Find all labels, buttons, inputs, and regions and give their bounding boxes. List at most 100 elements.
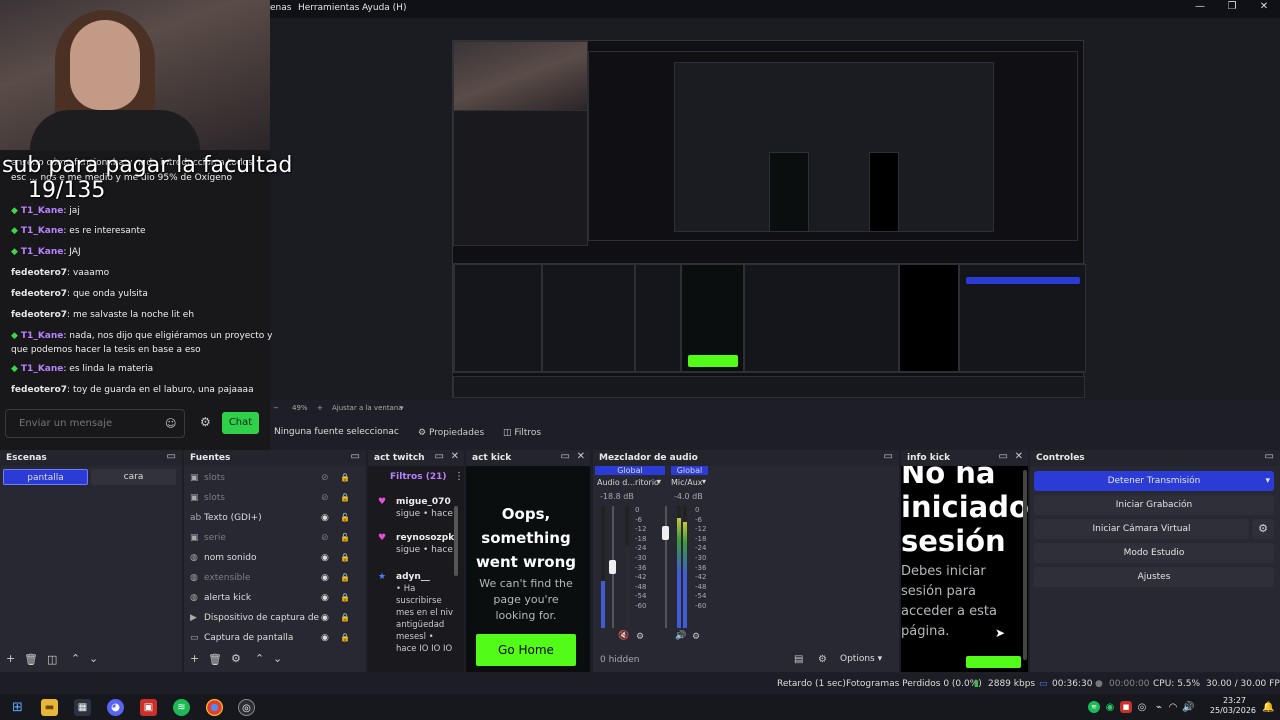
mute-icon[interactable]: 🔇 — [618, 631, 629, 641]
stop-streaming-button[interactable]: Detener Transmisión ▾ — [1034, 471, 1274, 491]
start-virtual-camera-button[interactable]: Iniciar Cámara Virtual — [1034, 519, 1249, 539]
chrome-icon[interactable] — [206, 699, 223, 716]
zoom-out-icon[interactable]: − — [273, 404, 279, 412]
preview-canvas[interactable] — [452, 40, 1086, 398]
emoji-icon[interactable]: ☺ — [165, 417, 176, 430]
file-explorer-icon[interactable]: ▬ — [41, 699, 58, 716]
visibility-hidden-icon[interactable]: ⊘ — [321, 488, 329, 508]
visibility-icon[interactable]: ◉ — [321, 608, 329, 628]
source-properties-icon[interactable]: ⚙ — [231, 652, 241, 665]
chevron-down-icon[interactable]: ▾ — [1265, 471, 1270, 491]
source-item[interactable]: ▣ slots ⊘ 🔒 — [184, 468, 354, 488]
close-icon[interactable]: ✕ — [577, 451, 585, 462]
whatsapp-tray-icon[interactable]: ◉ — [1104, 699, 1116, 716]
source-item[interactable]: ◍ nom sonido ◉ 🔒 — [184, 548, 354, 568]
studio-mode-button[interactable]: Modo Estudio — [1034, 543, 1274, 563]
menu-scenes[interactable]: enas — [270, 3, 291, 13]
add-source-icon[interactable]: + — [190, 652, 199, 665]
dock-popout-icon[interactable]: ▭ — [884, 451, 893, 462]
filters-count[interactable]: Filtros (21) — [390, 472, 446, 482]
channel-settings-icon[interactable]: ⚙ — [692, 632, 700, 642]
dock-popout-icon[interactable]: ▭ — [999, 451, 1008, 462]
volume-slider-track[interactable] — [665, 506, 667, 628]
zoom-in-icon[interactable]: + — [317, 404, 323, 412]
dock-popout-icon[interactable]: ▭ — [561, 451, 570, 462]
go-home-button[interactable]: Go Home — [476, 634, 576, 666]
move-down-icon[interactable]: ⌄ — [89, 652, 98, 665]
move-up-icon[interactable]: ⌃ — [71, 652, 80, 665]
source-item[interactable]: ab Texto (GDI+) ◉ 🔓 — [184, 508, 354, 528]
scrollbar[interactable] — [454, 506, 458, 576]
clock-date[interactable]: 25/03/2026 — [1210, 706, 1256, 715]
speaker-icon[interactable]: 🔊 — [675, 631, 686, 641]
dock-popout-icon[interactable]: ▭ — [1265, 451, 1274, 462]
source-item[interactable]: ▶Dispositivo de captura de vídeo◉🔒 — [184, 608, 354, 628]
source-item[interactable]: ◍ extensible ◉ 🔒 — [184, 568, 354, 588]
move-down-icon[interactable]: ⌄ — [273, 652, 282, 665]
maximize-button[interactable]: ❐ — [1216, 0, 1248, 16]
channel-settings-icon[interactable]: ⚙ — [636, 632, 644, 642]
scene-item[interactable]: cara — [91, 469, 176, 485]
visibility-hidden-icon[interactable]: ⊘ — [321, 468, 329, 488]
spotify-tray-icon[interactable]: ≋ — [1088, 701, 1100, 713]
close-button[interactable]: ✕ — [1248, 0, 1280, 16]
visibility-hidden-icon[interactable]: ⊘ — [321, 528, 329, 548]
discord-icon[interactable]: ◕ — [107, 699, 124, 716]
notifications-icon[interactable]: 🔔 — [1262, 699, 1274, 716]
close-icon[interactable]: ✕ — [451, 451, 459, 462]
move-up-icon[interactable]: ⌃ — [255, 652, 264, 665]
lock-icon[interactable]: 🔒 — [340, 548, 350, 568]
visibility-icon[interactable]: ◉ — [321, 588, 329, 608]
chat-message-input[interactable] — [6, 410, 184, 437]
store-icon[interactable]: ▦ — [74, 699, 91, 716]
scene-filters-icon[interactable]: ◫ — [47, 653, 57, 666]
virtual-camera-settings-icon[interactable]: ⚙ — [1252, 519, 1274, 539]
close-icon[interactable]: ✕ — [1015, 451, 1023, 462]
source-item[interactable]: ◍ alerta kick ◉ 🔒 — [184, 588, 354, 608]
options-button[interactable]: Options ▾ — [840, 654, 882, 664]
more-icon[interactable]: ⋮ — [454, 471, 464, 482]
lock-icon[interactable]: 🔒 — [340, 468, 350, 488]
unlock-icon[interactable]: 🔓 — [340, 508, 350, 528]
chat-input-box[interactable] — [5, 409, 185, 438]
volume-slider-handle[interactable] — [609, 560, 616, 574]
dock-popout-icon[interactable]: ▭ — [435, 451, 444, 462]
scene-item[interactable]: pantalla — [3, 469, 88, 485]
lock-icon[interactable]: 🔒 — [340, 628, 350, 648]
lock-icon[interactable]: 🔒 — [340, 608, 350, 628]
chat-settings-icon[interactable]: ⚙ — [200, 415, 211, 429]
clock-time[interactable]: 23:27 — [1223, 696, 1246, 705]
start-recording-button[interactable]: Iniciar Grabación — [1034, 495, 1274, 515]
menu-help[interactable]: Ayuda (H) — [362, 3, 406, 13]
source-item[interactable]: ▣ slots ⊘ 🔒 — [184, 488, 354, 508]
usb-tray-icon[interactable]: ⌁ — [1153, 699, 1165, 716]
visibility-icon[interactable]: ◉ — [321, 508, 329, 528]
remove-source-icon[interactable]: 🗑 — [208, 653, 222, 666]
add-scene-icon[interactable]: + — [6, 652, 15, 665]
properties-button[interactable]: ⚙ Propiedades — [412, 425, 490, 442]
dock-popout-icon[interactable]: ▭ — [351, 451, 360, 462]
advanced-audio-icon[interactable]: ⚙ — [818, 654, 827, 665]
obs-icon[interactable]: ◎ — [238, 699, 255, 716]
menu-tools[interactable]: Herramientas — [298, 3, 359, 13]
unlock-icon[interactable]: 🔓 — [340, 528, 350, 548]
lock-icon[interactable]: 🔒 — [340, 488, 350, 508]
visibility-icon[interactable]: ◉ — [321, 548, 329, 568]
volume-icon[interactable]: 🔊 — [1182, 699, 1194, 716]
channel-dropdown-icon[interactable]: ▾ — [657, 477, 661, 486]
minimize-button[interactable]: — — [1184, 0, 1216, 16]
windows-start-icon[interactable]: ⊞ — [9, 699, 26, 716]
settings-button[interactable]: Ajustes — [1034, 567, 1274, 587]
visibility-icon[interactable]: ◉ — [321, 568, 329, 588]
lock-icon[interactable]: 🔒 — [340, 568, 350, 588]
remove-scene-icon[interactable]: 🗑 — [24, 653, 38, 666]
source-item[interactable]: ▣ serie ⊘ 🔓 — [184, 528, 354, 548]
source-item[interactable]: ▭ Captura de pantalla ◉ 🔒 — [184, 628, 354, 648]
filters-button[interactable]: ◫ Filtros — [497, 425, 547, 442]
channel-dropdown-icon[interactable]: ▾ — [702, 477, 706, 486]
spotify-icon[interactable]: ≋ — [173, 699, 190, 716]
scrollbar[interactable] — [1023, 470, 1027, 660]
login-button[interactable] — [966, 656, 1021, 668]
app-red-icon[interactable]: ▣ — [140, 699, 157, 716]
layout-icon[interactable]: ▤ — [794, 654, 803, 665]
